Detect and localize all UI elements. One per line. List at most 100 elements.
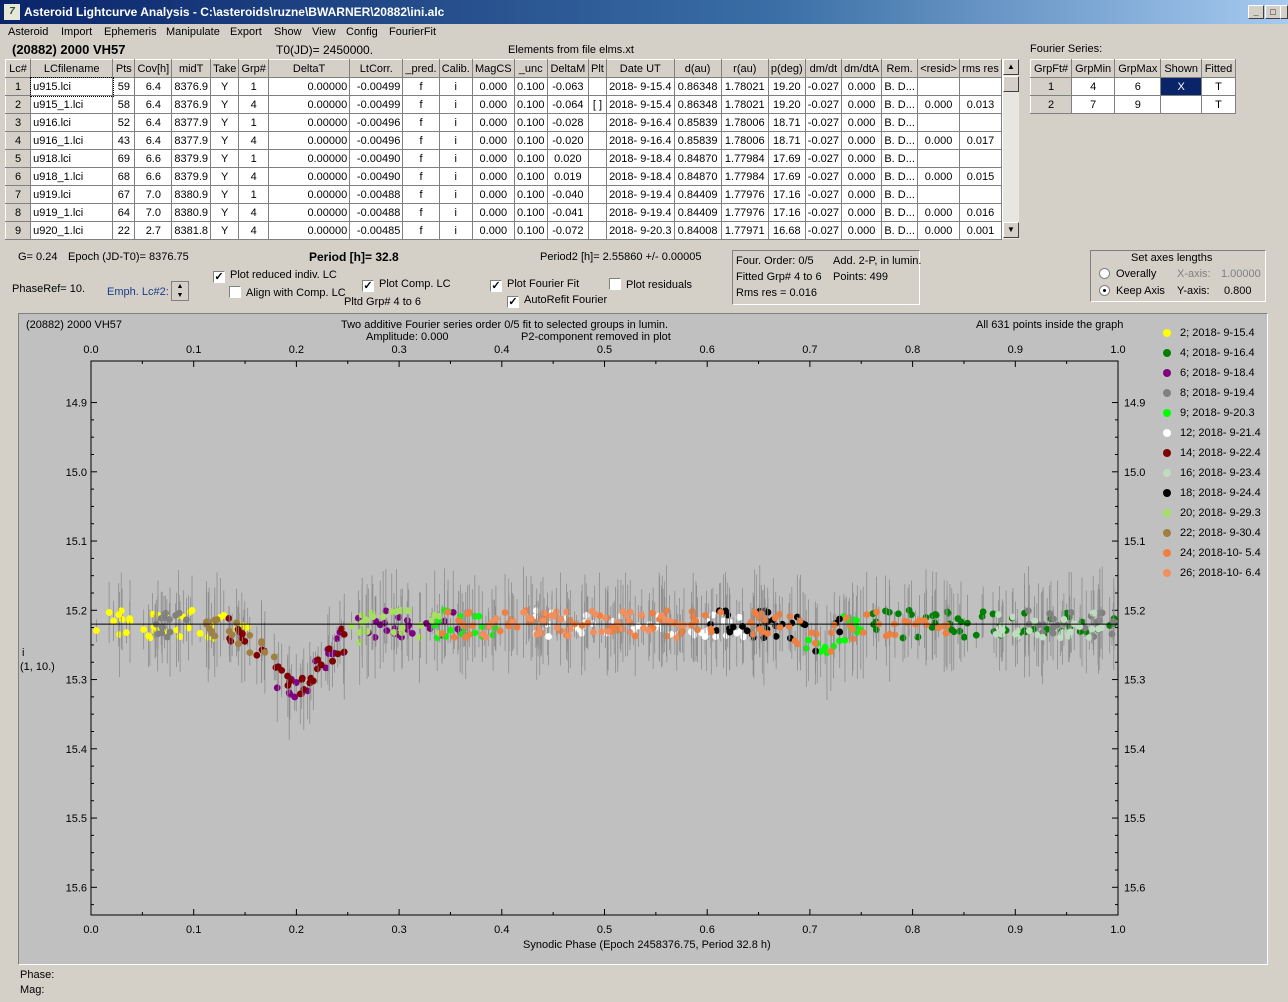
table-row[interactable]: 4 u916_1.lci 43 6.4 8377.9 Y 4 0.00000 -0.00496 f… — [4, 131, 1003, 150]
table-row[interactable]: 2 u915_1.lci 58 6.4 8376.9 Y 4 0.00000 -0.00499 f… — [4, 95, 1003, 114]
table-cell[interactable]: 0.84008 — [673, 221, 722, 240]
table-cell[interactable]: 1.77984 — [720, 167, 769, 186]
table-cell[interactable]: B. D... — [881, 203, 919, 222]
table-cell[interactable]: i — [438, 167, 473, 186]
fourier-column-header[interactable]: Fitted — [1200, 59, 1237, 78]
table-cell[interactable]: 0.84870 — [673, 167, 722, 186]
table-cell[interactable]: Y — [210, 221, 240, 240]
table-cell[interactable]: -0.027 — [804, 185, 843, 204]
table-cell[interactable]: 0.000 — [471, 221, 515, 240]
table-cell[interactable]: 0.00000 — [267, 221, 351, 240]
table-cell[interactable]: 9 — [4, 221, 32, 240]
table-cell[interactable]: 0.017 — [958, 131, 1003, 150]
table-cell[interactable]: 18.71 — [767, 131, 806, 150]
table-cell[interactable]: f — [402, 167, 440, 186]
table-cell[interactable]: -0.027 — [804, 167, 843, 186]
menu-asteroid[interactable]: Asteroid — [8, 26, 48, 38]
table-cell[interactable]: 8379.9 — [171, 149, 212, 168]
table-cell[interactable]: 22 — [112, 221, 136, 240]
fourier-cell[interactable]: T — [1200, 95, 1237, 114]
table-cell[interactable]: 2018- 9-18.4 — [605, 167, 675, 186]
align-checkbox[interactable]: Align with Comp. LC — [229, 286, 346, 299]
column-header[interactable]: midT — [171, 59, 212, 78]
table-cell[interactable]: Y — [210, 167, 240, 186]
table-cell[interactable]: 0.100 — [513, 167, 548, 186]
table-cell[interactable]: -0.064 — [546, 95, 589, 114]
fourier-cell[interactable]: X — [1160, 77, 1202, 96]
table-cell[interactable]: 0.00000 — [267, 95, 351, 114]
table-cell[interactable]: 0.015 — [958, 167, 1003, 186]
table-cell[interactable]: f — [402, 203, 440, 222]
table-cell[interactable]: 59 — [112, 77, 136, 96]
column-header[interactable]: DeltaM — [546, 59, 589, 78]
table-cell[interactable]: -0.00488 — [349, 203, 404, 222]
table-cell[interactable]: 4 — [4, 131, 32, 150]
table-cell[interactable]: 0.00000 — [267, 149, 351, 168]
plot-fourier-checkbox[interactable]: ✓ Plot Fourier Fit — [490, 278, 579, 292]
column-header[interactable]: <resid> — [917, 59, 960, 78]
table-cell[interactable]: -0.027 — [804, 131, 843, 150]
table-cell[interactable]: 0.85839 — [673, 131, 722, 150]
table-cell[interactable] — [958, 185, 1003, 204]
table-cell[interactable]: -0.027 — [804, 113, 843, 132]
table-cell[interactable]: 6.6 — [134, 149, 173, 168]
table-cell[interactable]: 0.000 — [471, 203, 515, 222]
table-cell[interactable]: 1.78021 — [720, 95, 769, 114]
plot-residuals-checkbox[interactable]: Plot residuals — [609, 278, 692, 291]
table-cell[interactable]: 0.100 — [513, 113, 548, 132]
table-cell[interactable]: 8380.9 — [171, 185, 212, 204]
table-cell[interactable]: 0.000 — [917, 221, 960, 240]
table-cell[interactable]: B. D... — [881, 185, 919, 204]
column-header[interactable]: d(au) — [673, 59, 722, 78]
table-cell[interactable]: i — [438, 185, 473, 204]
table-cell[interactable]: u918_1.lci — [30, 167, 114, 186]
column-header[interactable]: Cov[h] — [134, 59, 173, 78]
table-cell[interactable]: 8377.9 — [171, 131, 212, 150]
table-cell[interactable]: 1 — [238, 149, 269, 168]
table-cell[interactable]: 0.001 — [958, 221, 1003, 240]
fourier-cell[interactable]: 4 — [1071, 77, 1116, 96]
fourier-table[interactable]: GrpFt# GrpMin GrpMax Shown Fitted 146XT279T — [1029, 59, 1237, 114]
table-cell[interactable]: 0.00000 — [267, 185, 351, 204]
table-cell[interactable]: [ ] — [587, 95, 607, 114]
maximize-button[interactable]: □ — [1265, 5, 1281, 19]
table-cell[interactable]: 1.78021 — [720, 77, 769, 96]
table-cell[interactable]: 0.100 — [513, 77, 548, 96]
table-cell[interactable] — [587, 77, 607, 96]
table-cell[interactable]: 0.100 — [513, 203, 548, 222]
table-cell[interactable] — [587, 131, 607, 150]
menu-show[interactable]: Show — [274, 26, 302, 38]
table-cell[interactable]: u919.lci — [30, 185, 114, 204]
table-cell[interactable]: Y — [210, 77, 240, 96]
table-row[interactable]: 8 u919_1.lci 64 7.0 8380.9 Y 4 0.00000 -0.00488 f… — [4, 203, 1003, 222]
table-cell[interactable]: -0.041 — [546, 203, 589, 222]
table-cell[interactable]: i — [438, 149, 473, 168]
column-header[interactable]: dm/dtA — [841, 59, 883, 78]
table-cell[interactable]: -0.040 — [546, 185, 589, 204]
table-cell[interactable] — [917, 113, 960, 132]
table-cell[interactable]: 8381.8 — [171, 221, 212, 240]
table-cell[interactable]: 1 — [238, 185, 269, 204]
menu-manipulate[interactable]: Manipulate — [166, 26, 220, 38]
fourier-column-header[interactable]: GrpMin — [1071, 59, 1116, 78]
table-cell[interactable]: 1.77976 — [720, 185, 769, 204]
fourier-row[interactable]: 146XT — [1029, 77, 1237, 96]
table-cell[interactable]: f — [402, 221, 440, 240]
table-cell[interactable]: 0.84409 — [673, 203, 722, 222]
table-cell[interactable]: 0.000 — [917, 95, 960, 114]
table-cell[interactable]: -0.00490 — [349, 167, 404, 186]
table-cell[interactable]: i — [438, 77, 473, 96]
table-cell[interactable]: Y — [210, 203, 240, 222]
table-cell[interactable] — [917, 185, 960, 204]
column-header[interactable]: r(au) — [720, 59, 769, 78]
minimize-button[interactable]: _ — [1248, 5, 1264, 19]
table-cell[interactable]: 8 — [4, 203, 32, 222]
table-cell[interactable]: Y — [210, 185, 240, 204]
table-cell[interactable]: -0.00485 — [349, 221, 404, 240]
table-cell[interactable]: u915.lci — [29, 76, 114, 97]
table-cell[interactable]: 4 — [238, 167, 269, 186]
table-cell[interactable] — [587, 167, 607, 186]
table-cell[interactable]: 0.85839 — [673, 113, 722, 132]
table-cell[interactable]: -0.020 — [546, 131, 589, 150]
fourier-column-header[interactable]: GrpFt# — [1029, 59, 1073, 78]
